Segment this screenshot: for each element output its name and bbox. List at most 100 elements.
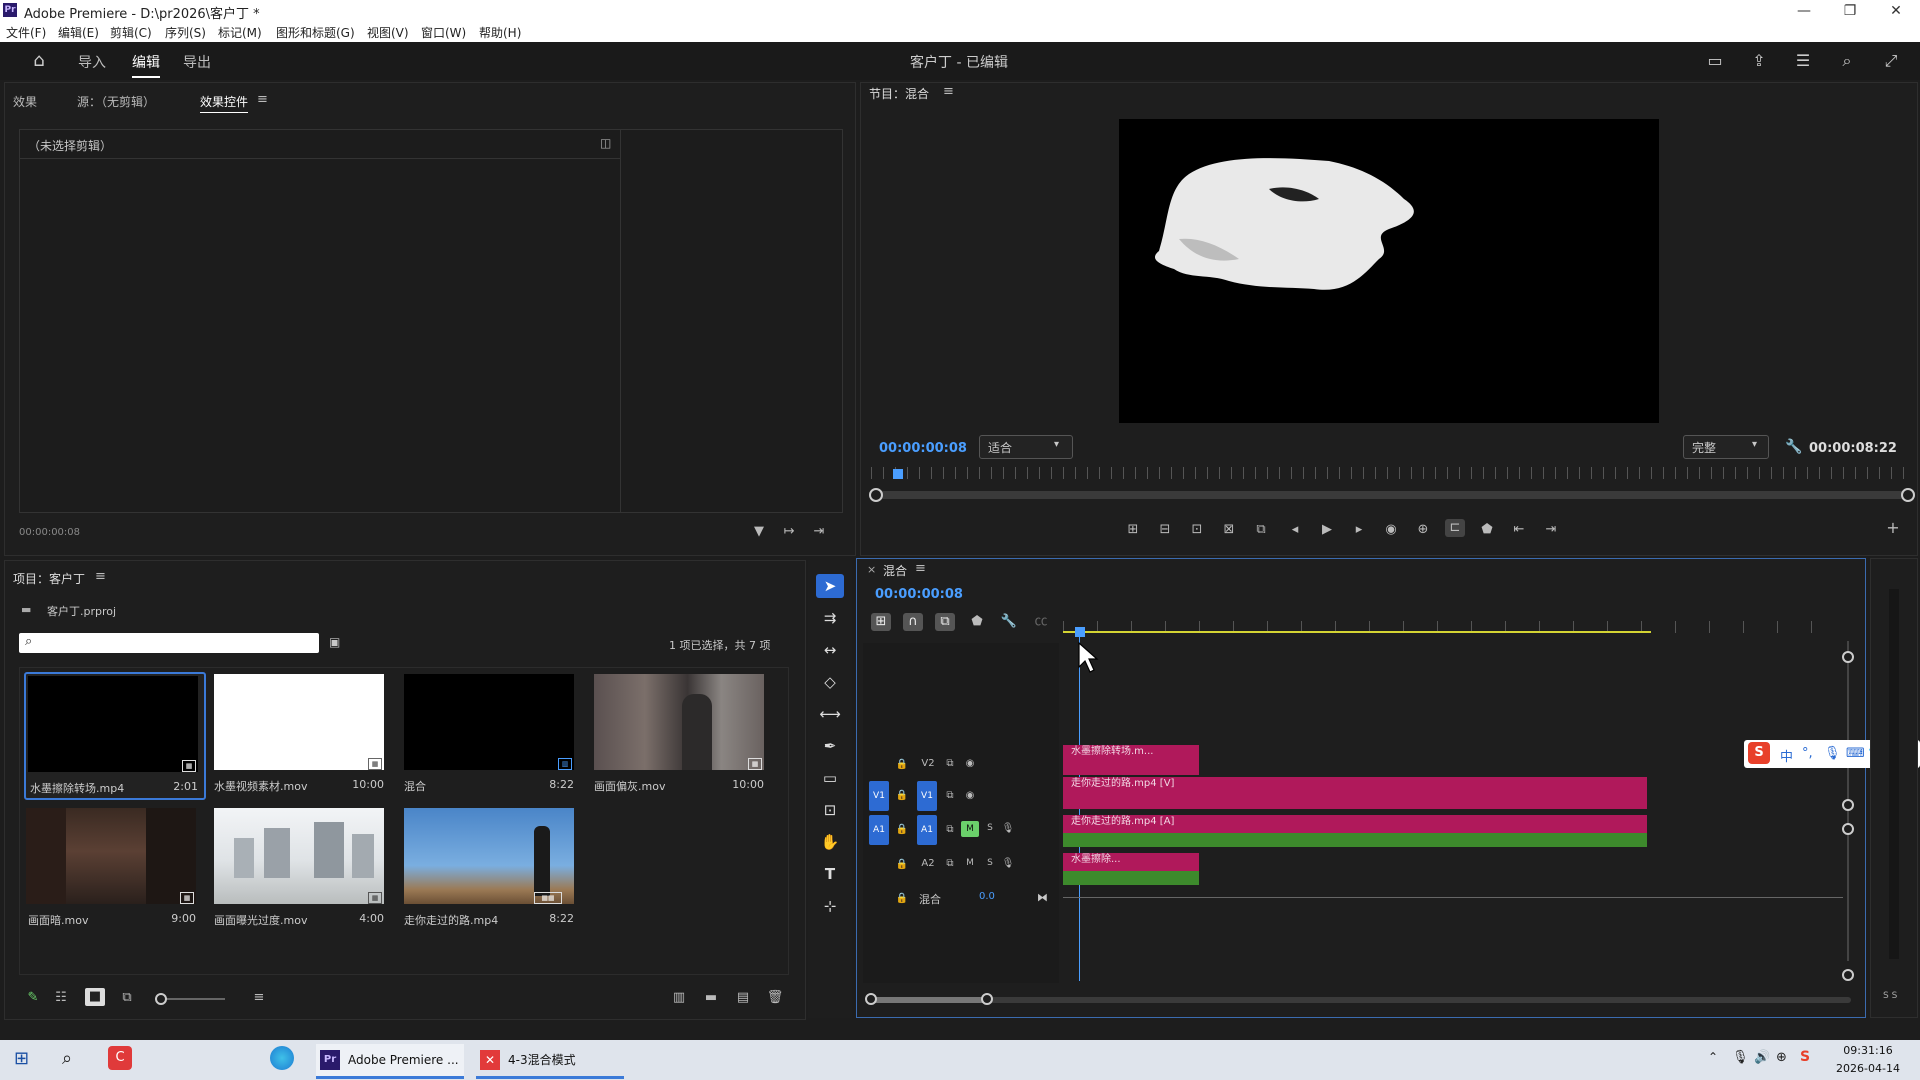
slip-tool-icon[interactable]: ⟷ <box>816 702 844 726</box>
clip-v2[interactable]: 水墨擦除转场.m... <box>1063 745 1199 775</box>
insert-icon[interactable]: ⊞ <box>1123 521 1143 539</box>
track-target-v1[interactable]: V1 <box>917 781 937 811</box>
scroll-handle-left[interactable] <box>869 488 883 502</box>
razor-tool-icon[interactable]: ◇ <box>816 670 844 694</box>
tab-import[interactable]: 导入 <box>78 52 106 72</box>
monitor-time-ruler[interactable] <box>871 467 1907 479</box>
list-item[interactable]: ▦ 画面曝光过度.mov 4:00 <box>214 808 392 932</box>
taskbar-app-xmind[interactable]: ✕ 4-3混合模式 <box>476 1044 624 1079</box>
sync-lock-icon[interactable]: ⧉ <box>943 824 957 835</box>
vr-icon[interactable]: ⊕ <box>1413 521 1433 539</box>
playhead-handle[interactable] <box>1075 627 1085 637</box>
restore-button[interactable]: ❐ <box>1828 0 1872 22</box>
menu-edit[interactable]: 编辑(E) <box>58 24 99 41</box>
track-label-v2[interactable]: V2 <box>921 758 935 769</box>
list-item[interactable]: ▦ 水墨擦除转场.mp4 2:01 <box>24 672 206 800</box>
lift-icon[interactable]: ⊡ <box>1187 521 1207 539</box>
minimize-button[interactable]: — <box>1782 0 1826 22</box>
menu-help[interactable]: 帮助(H) <box>479 24 521 41</box>
expand-icon[interactable]: ◫ <box>600 136 611 150</box>
list-item[interactable]: ▦ 画面偏灰.mov 10:00 <box>594 674 772 798</box>
sort-icon[interactable]: ≡ <box>249 989 269 1007</box>
app-icon[interactable]: C <box>108 1046 132 1070</box>
quality-select[interactable]: 完整 ▾ <box>1683 435 1769 459</box>
lock-icon[interactable]: 🔒 <box>895 824 909 835</box>
panel-menu-icon[interactable]: ≡ <box>257 92 268 107</box>
clock-date[interactable]: 2026-04-14 <box>1836 1062 1900 1075</box>
new-bin-icon[interactable]: ▬ <box>701 989 721 1007</box>
keyboard-icon[interactable]: ⌨ <box>1846 746 1865 761</box>
timeline-timecode[interactable]: 00:00:00:08 <box>875 587 963 602</box>
mix-volume-value[interactable]: 0.0 <box>979 891 995 902</box>
edge-browser-icon[interactable] <box>270 1046 294 1070</box>
go-to-out-icon[interactable]: ⇥ <box>1541 521 1561 539</box>
scale-tool-icon[interactable]: ⊡ <box>816 798 844 822</box>
close-button[interactable]: ✕ <box>1874 0 1918 22</box>
type-tool-icon[interactable]: T <box>816 862 844 886</box>
scroll-handle[interactable] <box>1842 823 1854 835</box>
scroll-thumb[interactable] <box>871 997 987 1003</box>
close-tab-icon[interactable]: × <box>867 563 876 576</box>
settings-wrench-icon[interactable]: 🔧 <box>999 613 1019 631</box>
tab-source[interactable]: 源：（无剪辑） <box>77 93 155 110</box>
zoom-scrollbar[interactable] <box>875 491 1915 499</box>
pencil-icon[interactable]: ✎ <box>23 989 43 1007</box>
sogou-tray-icon[interactable]: S <box>1800 1049 1810 1065</box>
lock-icon[interactable]: 🔒 <box>895 790 909 801</box>
selection-tool-icon[interactable]: ➤ <box>816 574 844 598</box>
clock-time[interactable]: 09:31:16 <box>1836 1044 1900 1057</box>
scroll-handle-left[interactable] <box>865 993 877 1005</box>
lock-icon[interactable]: 🔒 <box>895 759 909 770</box>
menu-clip[interactable]: 剪辑(C) <box>110 24 152 41</box>
menu-file[interactable]: 文件(F) <box>6 24 46 41</box>
list-item[interactable]: ▥ 混合 8:22 <box>404 674 582 798</box>
overwrite-icon[interactable]: ⊟ <box>1155 521 1175 539</box>
list-item[interactable]: ▦ 画面暗.mov 9:00 <box>24 808 202 932</box>
rectangle-tool-icon[interactable]: ▭ <box>816 766 844 790</box>
menu-view[interactable]: 视图(V) <box>367 24 409 41</box>
ime-mode-label[interactable]: 中 <box>1780 746 1793 765</box>
list-view-icon[interactable]: ☷ <box>51 989 71 1007</box>
new-item-icon[interactable]: ▤ <box>733 989 753 1007</box>
pen-tool-icon[interactable]: ✒ <box>816 734 844 758</box>
new-bin-icon[interactable]: ▣ <box>329 635 340 649</box>
lock-icon[interactable]: 🔒 <box>895 893 909 904</box>
clip-a2[interactable]: 水墨擦除... <box>1063 853 1199 871</box>
workspaces-menu-icon[interactable]: ☰ <box>1792 50 1814 72</box>
microphone-icon[interactable]: 🎙 <box>1001 858 1015 869</box>
list-item[interactable]: ▦ 水墨视频素材.mov 10:00 <box>214 674 392 798</box>
export-icon[interactable]: ⇥ <box>809 523 829 541</box>
trash-icon[interactable]: 🗑 <box>765 989 785 1007</box>
volume-icon[interactable]: 🔊 <box>1754 1050 1770 1065</box>
work-area-bar[interactable] <box>1063 631 1651 633</box>
tab-export[interactable]: 导出 <box>183 52 211 72</box>
horizontal-scrollbar[interactable] <box>871 997 1851 1003</box>
home-icon[interactable]: ⌂ <box>28 50 50 72</box>
filter-icon[interactable]: ▼ <box>749 523 769 541</box>
solo-button[interactable]: S <box>983 823 997 833</box>
mute-button[interactable]: M <box>961 821 979 837</box>
solo-labels[interactable]: S S <box>1883 991 1897 1001</box>
sequence-tab[interactable]: 混合 <box>883 562 907 579</box>
icon-view-icon[interactable]: ■ <box>85 988 105 1006</box>
play-icon[interactable]: ▶ <box>1317 521 1337 539</box>
track-target-a1[interactable]: A1 <box>917 815 937 845</box>
captions-icon[interactable]: ㏄ <box>1031 613 1051 631</box>
punctuation-icon[interactable]: °, <box>1802 746 1813 761</box>
sync-lock-icon[interactable]: ⧉ <box>943 758 957 769</box>
add-button-icon[interactable]: + <box>1883 519 1903 537</box>
windows-start-icon[interactable]: ⊞ <box>14 1048 29 1069</box>
network-icon[interactable]: ⊕ <box>1776 1050 1787 1065</box>
microphone-icon[interactable]: 🎙 <box>1732 1050 1749 1065</box>
freeform-view-icon[interactable]: ⧉ <box>117 989 137 1007</box>
clip-v1[interactable]: 走你走过的路.mp4 [V] <box>1063 777 1647 809</box>
tab-edit[interactable]: 编辑 <box>132 52 160 72</box>
linked-selection-icon[interactable]: ⧉ <box>935 613 955 631</box>
source-patch-a1[interactable]: A1 <box>869 815 889 845</box>
caption-tool-icon[interactable]: ⊹ <box>816 894 844 918</box>
panel-menu-icon[interactable]: ≡ <box>915 561 926 576</box>
scroll-handle[interactable] <box>1842 799 1854 811</box>
sync-lock-icon[interactable]: ⧉ <box>943 790 957 801</box>
tab-effects[interactable]: 效果 <box>13 93 37 110</box>
source-patch-v1[interactable]: V1 <box>869 781 889 811</box>
